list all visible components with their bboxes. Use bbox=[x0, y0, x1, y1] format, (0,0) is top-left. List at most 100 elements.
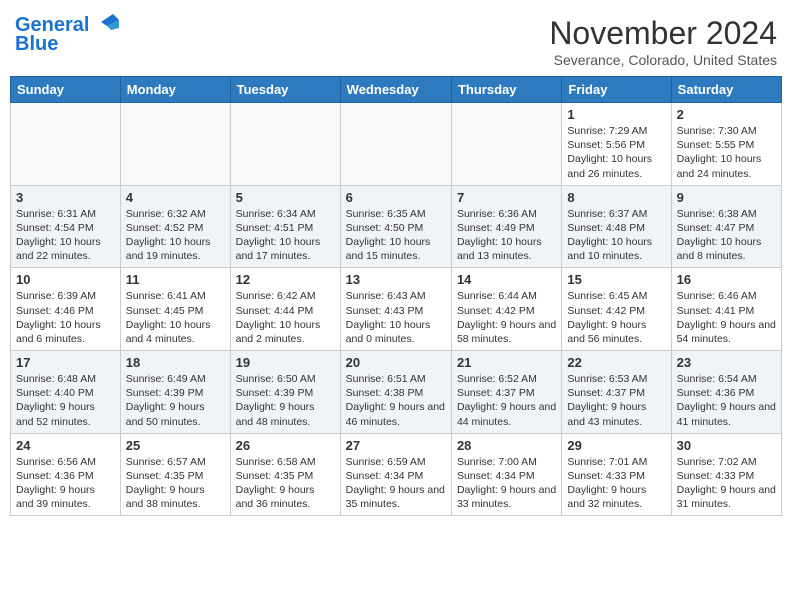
calendar-cell: 22 Sunrise: 6:53 AM Sunset: 4:37 PM Dayli… bbox=[562, 351, 671, 434]
day-info: Sunrise: 6:37 AM Sunset: 4:48 PM Dayligh… bbox=[567, 207, 665, 264]
calendar-cell: 12 Sunrise: 6:42 AM Sunset: 4:44 PM Dayli… bbox=[230, 268, 340, 351]
day-info: Sunrise: 6:42 AM Sunset: 4:44 PM Dayligh… bbox=[236, 289, 335, 346]
day-number: 27 bbox=[346, 438, 446, 453]
day-info: Sunrise: 6:41 AM Sunset: 4:45 PM Dayligh… bbox=[126, 289, 225, 346]
day-number: 14 bbox=[457, 272, 556, 287]
day-number: 25 bbox=[126, 438, 225, 453]
day-info: Sunrise: 6:35 AM Sunset: 4:50 PM Dayligh… bbox=[346, 207, 446, 264]
day-info: Sunrise: 7:29 AM Sunset: 5:56 PM Dayligh… bbox=[567, 124, 665, 181]
calendar-cell: 1 Sunrise: 7:29 AM Sunset: 5:56 PM Daylig… bbox=[562, 103, 671, 186]
weekday-header-sunday: Sunday bbox=[11, 77, 121, 103]
calendar-table: SundayMondayTuesdayWednesdayThursdayFrid… bbox=[10, 76, 782, 516]
calendar-cell: 17 Sunrise: 6:48 AM Sunset: 4:40 PM Dayli… bbox=[11, 351, 121, 434]
day-info: Sunrise: 6:38 AM Sunset: 4:47 PM Dayligh… bbox=[677, 207, 776, 264]
day-number: 26 bbox=[236, 438, 335, 453]
day-info: Sunrise: 6:59 AM Sunset: 4:34 PM Dayligh… bbox=[346, 455, 446, 512]
weekday-header-wednesday: Wednesday bbox=[340, 77, 451, 103]
calendar-cell: 24Sunrise: 6:56 AM Sunset: 4:36 PM Dayli… bbox=[11, 433, 121, 516]
day-number: 7 bbox=[457, 190, 556, 205]
calendar-cell: 5 Sunrise: 6:34 AM Sunset: 4:51 PM Daylig… bbox=[230, 185, 340, 268]
day-info: Sunrise: 6:31 AM Sunset: 4:54 PM Dayligh… bbox=[16, 207, 115, 264]
calendar-cell: 26 Sunrise: 6:58 AM Sunset: 4:35 PM Dayli… bbox=[230, 433, 340, 516]
calendar-cell: 23Sunrise: 6:54 AM Sunset: 4:36 PM Dayli… bbox=[671, 351, 781, 434]
calendar-cell: 16 Sunrise: 6:46 AM Sunset: 4:41 PM Dayli… bbox=[671, 268, 781, 351]
weekday-header-monday: Monday bbox=[120, 77, 230, 103]
calendar-cell: 3 Sunrise: 6:31 AM Sunset: 4:54 PM Daylig… bbox=[11, 185, 121, 268]
logo-bird-icon bbox=[93, 12, 119, 34]
day-info: Sunrise: 7:02 AM Sunset: 4:33 PM Dayligh… bbox=[677, 455, 776, 512]
calendar-cell: 20 Sunrise: 6:51 AM Sunset: 4:38 PM Dayli… bbox=[340, 351, 451, 434]
week-row-4: 17 Sunrise: 6:48 AM Sunset: 4:40 PM Dayli… bbox=[11, 351, 782, 434]
day-number: 15 bbox=[567, 272, 665, 287]
weekday-header-thursday: Thursday bbox=[451, 77, 561, 103]
day-number: 20 bbox=[346, 355, 446, 370]
logo: General Blue bbox=[15, 15, 119, 56]
day-number: 29 bbox=[567, 438, 665, 453]
day-number: 5 bbox=[236, 190, 335, 205]
month-title: November 2024 bbox=[549, 15, 777, 52]
week-row-5: 24Sunrise: 6:56 AM Sunset: 4:36 PM Dayli… bbox=[11, 433, 782, 516]
calendar-cell bbox=[120, 103, 230, 186]
week-row-2: 3 Sunrise: 6:31 AM Sunset: 4:54 PM Daylig… bbox=[11, 185, 782, 268]
calendar-cell: 6 Sunrise: 6:35 AM Sunset: 4:50 PM Daylig… bbox=[340, 185, 451, 268]
calendar-cell: 15 Sunrise: 6:45 AM Sunset: 4:42 PM Dayli… bbox=[562, 268, 671, 351]
day-number: 9 bbox=[677, 190, 776, 205]
day-info: Sunrise: 6:36 AM Sunset: 4:49 PM Dayligh… bbox=[457, 207, 556, 264]
day-info: Sunrise: 6:49 AM Sunset: 4:39 PM Dayligh… bbox=[126, 372, 225, 429]
day-info: Sunrise: 7:00 AM Sunset: 4:34 PM Dayligh… bbox=[457, 455, 556, 512]
day-info: Sunrise: 6:56 AM Sunset: 4:36 PM Dayligh… bbox=[16, 455, 115, 512]
logo-blue: Blue bbox=[15, 33, 58, 56]
weekday-header-row: SundayMondayTuesdayWednesdayThursdayFrid… bbox=[11, 77, 782, 103]
calendar-cell bbox=[11, 103, 121, 186]
page-header: General Blue November 2024 Severance, Co… bbox=[10, 10, 782, 68]
day-info: Sunrise: 6:44 AM Sunset: 4:42 PM Dayligh… bbox=[457, 289, 556, 346]
day-info: Sunrise: 6:53 AM Sunset: 4:37 PM Dayligh… bbox=[567, 372, 665, 429]
calendar-cell: 9 Sunrise: 6:38 AM Sunset: 4:47 PM Daylig… bbox=[671, 185, 781, 268]
day-number: 6 bbox=[346, 190, 446, 205]
day-info: Sunrise: 7:30 AM Sunset: 5:55 PM Dayligh… bbox=[677, 124, 776, 181]
day-number: 3 bbox=[16, 190, 115, 205]
day-number: 18 bbox=[126, 355, 225, 370]
day-info: Sunrise: 6:57 AM Sunset: 4:35 PM Dayligh… bbox=[126, 455, 225, 512]
calendar-cell: 2Sunrise: 7:30 AM Sunset: 5:55 PM Daylig… bbox=[671, 103, 781, 186]
weekday-header-tuesday: Tuesday bbox=[230, 77, 340, 103]
day-info: Sunrise: 6:48 AM Sunset: 4:40 PM Dayligh… bbox=[16, 372, 115, 429]
calendar-cell: 25 Sunrise: 6:57 AM Sunset: 4:35 PM Dayli… bbox=[120, 433, 230, 516]
day-number: 17 bbox=[16, 355, 115, 370]
day-info: Sunrise: 6:45 AM Sunset: 4:42 PM Dayligh… bbox=[567, 289, 665, 346]
location: Severance, Colorado, United States bbox=[549, 52, 777, 68]
day-number: 21 bbox=[457, 355, 556, 370]
title-block: November 2024 Severance, Colorado, Unite… bbox=[549, 15, 777, 68]
day-number: 28 bbox=[457, 438, 556, 453]
day-number: 12 bbox=[236, 272, 335, 287]
day-number: 11 bbox=[126, 272, 225, 287]
weekday-header-friday: Friday bbox=[562, 77, 671, 103]
day-number: 22 bbox=[567, 355, 665, 370]
day-info: Sunrise: 6:46 AM Sunset: 4:41 PM Dayligh… bbox=[677, 289, 776, 346]
day-info: Sunrise: 6:32 AM Sunset: 4:52 PM Dayligh… bbox=[126, 207, 225, 264]
day-info: Sunrise: 6:58 AM Sunset: 4:35 PM Dayligh… bbox=[236, 455, 335, 512]
day-number: 1 bbox=[567, 107, 665, 122]
calendar-cell: 10Sunrise: 6:39 AM Sunset: 4:46 PM Dayli… bbox=[11, 268, 121, 351]
calendar-cell: 14 Sunrise: 6:44 AM Sunset: 4:42 PM Dayli… bbox=[451, 268, 561, 351]
day-info: Sunrise: 6:51 AM Sunset: 4:38 PM Dayligh… bbox=[346, 372, 446, 429]
calendar-cell: 7 Sunrise: 6:36 AM Sunset: 4:49 PM Daylig… bbox=[451, 185, 561, 268]
calendar-cell: 8Sunrise: 6:37 AM Sunset: 4:48 PM Daylig… bbox=[562, 185, 671, 268]
day-number: 23 bbox=[677, 355, 776, 370]
calendar-cell: 4Sunrise: 6:32 AM Sunset: 4:52 PM Daylig… bbox=[120, 185, 230, 268]
day-info: Sunrise: 6:34 AM Sunset: 4:51 PM Dayligh… bbox=[236, 207, 335, 264]
day-info: Sunrise: 7:01 AM Sunset: 4:33 PM Dayligh… bbox=[567, 455, 665, 512]
calendar-cell: 19 Sunrise: 6:50 AM Sunset: 4:39 PM Dayli… bbox=[230, 351, 340, 434]
calendar-cell bbox=[451, 103, 561, 186]
calendar-cell: 21Sunrise: 6:52 AM Sunset: 4:37 PM Dayli… bbox=[451, 351, 561, 434]
calendar-cell: 30 Sunrise: 7:02 AM Sunset: 4:33 PM Dayli… bbox=[671, 433, 781, 516]
day-number: 16 bbox=[677, 272, 776, 287]
day-info: Sunrise: 6:39 AM Sunset: 4:46 PM Dayligh… bbox=[16, 289, 115, 346]
calendar-cell: 11 Sunrise: 6:41 AM Sunset: 4:45 PM Dayli… bbox=[120, 268, 230, 351]
day-info: Sunrise: 6:50 AM Sunset: 4:39 PM Dayligh… bbox=[236, 372, 335, 429]
day-info: Sunrise: 6:43 AM Sunset: 4:43 PM Dayligh… bbox=[346, 289, 446, 346]
day-number: 19 bbox=[236, 355, 335, 370]
weekday-header-saturday: Saturday bbox=[671, 77, 781, 103]
day-number: 30 bbox=[677, 438, 776, 453]
week-row-1: 1 Sunrise: 7:29 AM Sunset: 5:56 PM Daylig… bbox=[11, 103, 782, 186]
